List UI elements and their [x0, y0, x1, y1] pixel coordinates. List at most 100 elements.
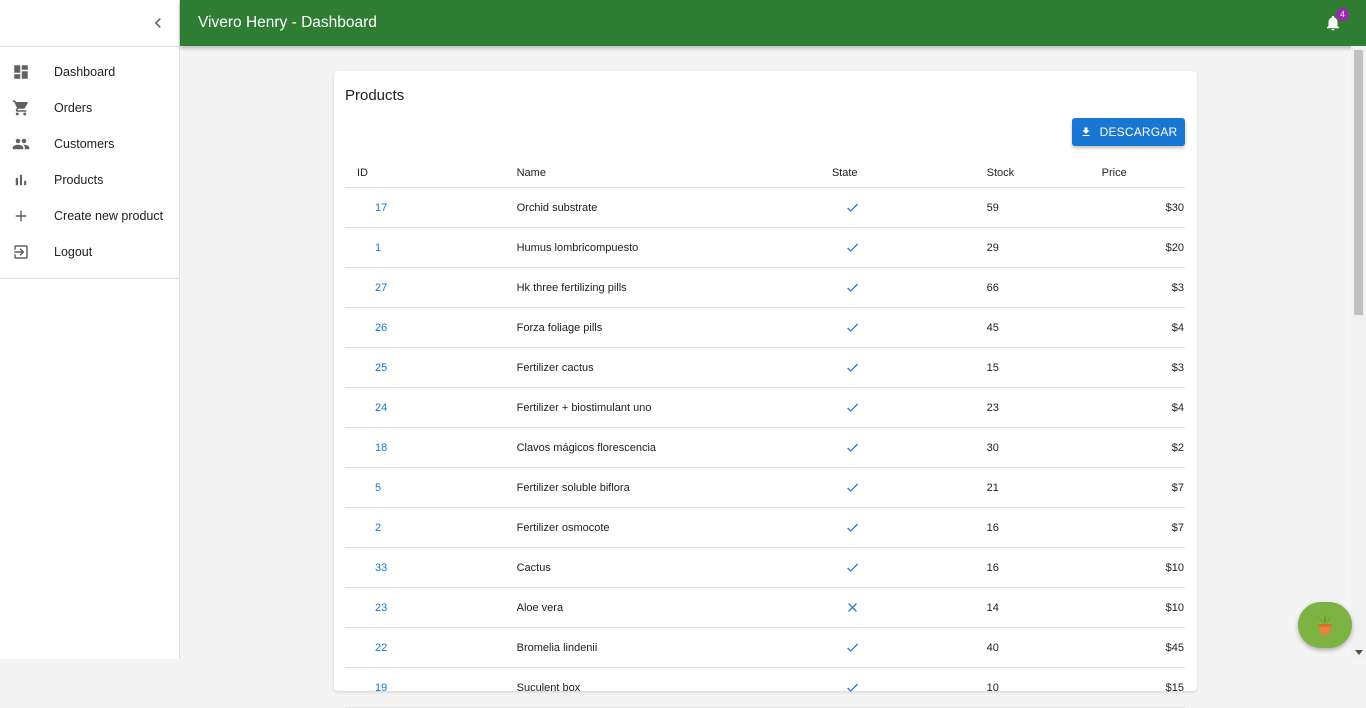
- table-row[interactable]: 18 Clavos mágicos florescencia 30 $2: [345, 427, 1185, 468]
- sidebar-item-orders[interactable]: Orders: [0, 90, 179, 126]
- scrollbar-thumb[interactable]: [1354, 50, 1363, 315]
- column-header-id[interactable]: ID: [345, 158, 516, 188]
- cell-price: $20: [1100, 227, 1185, 268]
- cell-id: 18: [345, 427, 516, 468]
- cell-name: Forza foliage pills: [515, 307, 832, 348]
- table-row[interactable]: 24 Fertilizer + biostimulant uno 23 $4: [345, 387, 1185, 428]
- cell-stock: 45: [985, 307, 1101, 348]
- cell-name: Suculent box: [515, 667, 832, 708]
- cell-price: $45: [1100, 627, 1185, 668]
- table-row[interactable]: 25 Fertilizer cactus 15 $3: [345, 347, 1185, 388]
- cell-state: [831, 467, 986, 508]
- cell-state: [831, 427, 986, 468]
- product-id-link[interactable]: 27: [375, 282, 387, 294]
- check-icon: [845, 520, 985, 535]
- table-row[interactable]: 22 Bromelia lindenii 40 $45: [345, 627, 1185, 668]
- column-header-state[interactable]: State: [831, 158, 986, 188]
- page-scrollbar[interactable]: [1351, 46, 1366, 659]
- column-header-name[interactable]: Name: [515, 158, 832, 188]
- cell-id: 1: [345, 227, 516, 268]
- table-row[interactable]: 19 Suculent box 10 $15: [345, 667, 1185, 708]
- cell-id: 25: [345, 347, 516, 388]
- floating-plant-button[interactable]: [1298, 602, 1352, 648]
- cell-name: Orchid substrate: [515, 187, 832, 228]
- cell-stock: 29: [985, 227, 1101, 268]
- sidebar-item-label: Dashboard: [54, 65, 116, 79]
- product-id-link[interactable]: 24: [375, 402, 387, 414]
- table-row[interactable]: 1 Humus lombricompuesto 29 $20: [345, 227, 1185, 268]
- sidebar-item-label: Products: [54, 173, 104, 187]
- cell-id: 27: [345, 267, 516, 308]
- product-id-link[interactable]: 19: [375, 682, 387, 694]
- sidebar-item-create-product[interactable]: Create new product: [0, 198, 179, 234]
- cell-price: $30: [1100, 187, 1185, 228]
- cell-id: 17: [345, 187, 516, 228]
- product-id-link[interactable]: 26: [375, 322, 387, 334]
- table-row[interactable]: 26 Forza foliage pills 45 $4: [345, 307, 1185, 348]
- sidebar-item-dashboard[interactable]: Dashboard: [0, 54, 179, 90]
- cell-state: [831, 547, 986, 588]
- cell-stock: 14: [985, 587, 1101, 628]
- cell-state: [831, 267, 986, 308]
- cell-id: 2: [345, 507, 516, 548]
- cell-price: $15: [1100, 667, 1185, 708]
- cell-stock: 16: [985, 507, 1101, 548]
- table-row[interactable]: 2 Fertilizer osmocote 16 $7: [345, 507, 1185, 548]
- product-id-link[interactable]: 17: [375, 202, 387, 214]
- plant-pot-icon: [1316, 614, 1334, 635]
- table-row[interactable]: 5 Fertilizer soluble biflora 21 $7: [345, 467, 1185, 508]
- cell-name: Clavos mágicos florescencia: [515, 427, 832, 468]
- check-icon: [845, 480, 985, 495]
- product-id-link[interactable]: 5: [375, 482, 381, 494]
- table-row[interactable]: 17 Orchid substrate 59 $30: [345, 187, 1185, 228]
- cell-state: [831, 667, 986, 708]
- cell-stock: 66: [985, 267, 1101, 308]
- check-icon: [845, 560, 985, 575]
- download-button[interactable]: DESCARGAR: [1072, 118, 1185, 146]
- sidebar: Dashboard Orders Customers Products Crea…: [0, 0, 180, 659]
- close-icon: [845, 600, 985, 615]
- table-row[interactable]: 23 Aloe vera 14 $10: [345, 587, 1185, 628]
- cell-price: $2: [1100, 427, 1185, 468]
- table-row[interactable]: 33 Cactus 16 $10: [345, 547, 1185, 588]
- cell-id: 19: [345, 667, 516, 708]
- sidebar-nav: Dashboard Orders Customers Products Crea…: [0, 47, 179, 279]
- sidebar-item-label: Create new product: [54, 209, 164, 223]
- notification-badge: 4: [1336, 8, 1349, 21]
- check-icon: [845, 360, 985, 375]
- cell-stock: 16: [985, 547, 1101, 588]
- product-id-link[interactable]: 33: [375, 562, 387, 574]
- sidebar-item-logout[interactable]: Logout: [0, 234, 179, 270]
- cell-state: [831, 587, 986, 628]
- chevron-left-icon[interactable]: [148, 13, 168, 33]
- sidebar-header: [0, 0, 179, 47]
- app-bar: Vivero Henry - Dashboard 4: [180, 0, 1366, 46]
- cell-state: [831, 307, 986, 348]
- cell-price: $7: [1100, 467, 1185, 508]
- scroll-down-arrow-icon[interactable]: [1355, 650, 1363, 655]
- cell-name: Fertilizer + biostimulant uno: [515, 387, 832, 428]
- cell-name: Bromelia lindenii: [515, 627, 832, 668]
- cell-state: [831, 507, 986, 548]
- sidebar-item-label: Orders: [54, 101, 93, 115]
- cell-name: Aloe vera: [515, 587, 832, 628]
- cell-stock: 59: [985, 187, 1101, 228]
- cell-id: 33: [345, 547, 516, 588]
- product-id-link[interactable]: 2: [375, 522, 381, 534]
- product-id-link[interactable]: 25: [375, 362, 387, 374]
- cell-price: $4: [1100, 387, 1185, 428]
- product-id-link[interactable]: 1: [375, 242, 381, 254]
- cart-icon: [0, 99, 54, 117]
- table-row[interactable]: 27 Hk three fertilizing pills 66 $3: [345, 267, 1185, 308]
- product-id-link[interactable]: 22: [375, 642, 387, 654]
- column-header-price[interactable]: Price: [1100, 158, 1185, 188]
- sidebar-item-products[interactable]: Products: [0, 162, 179, 198]
- product-id-link[interactable]: 18: [375, 442, 387, 454]
- logout-icon: [0, 243, 54, 261]
- products-card: Products DESCARGAR ID Name State Stock P…: [334, 71, 1197, 708]
- column-header-stock[interactable]: Stock: [985, 158, 1101, 188]
- cell-name: Hk three fertilizing pills: [515, 267, 832, 308]
- sidebar-item-customers[interactable]: Customers: [0, 126, 179, 162]
- download-icon: [1082, 127, 1090, 136]
- product-id-link[interactable]: 23: [375, 602, 387, 614]
